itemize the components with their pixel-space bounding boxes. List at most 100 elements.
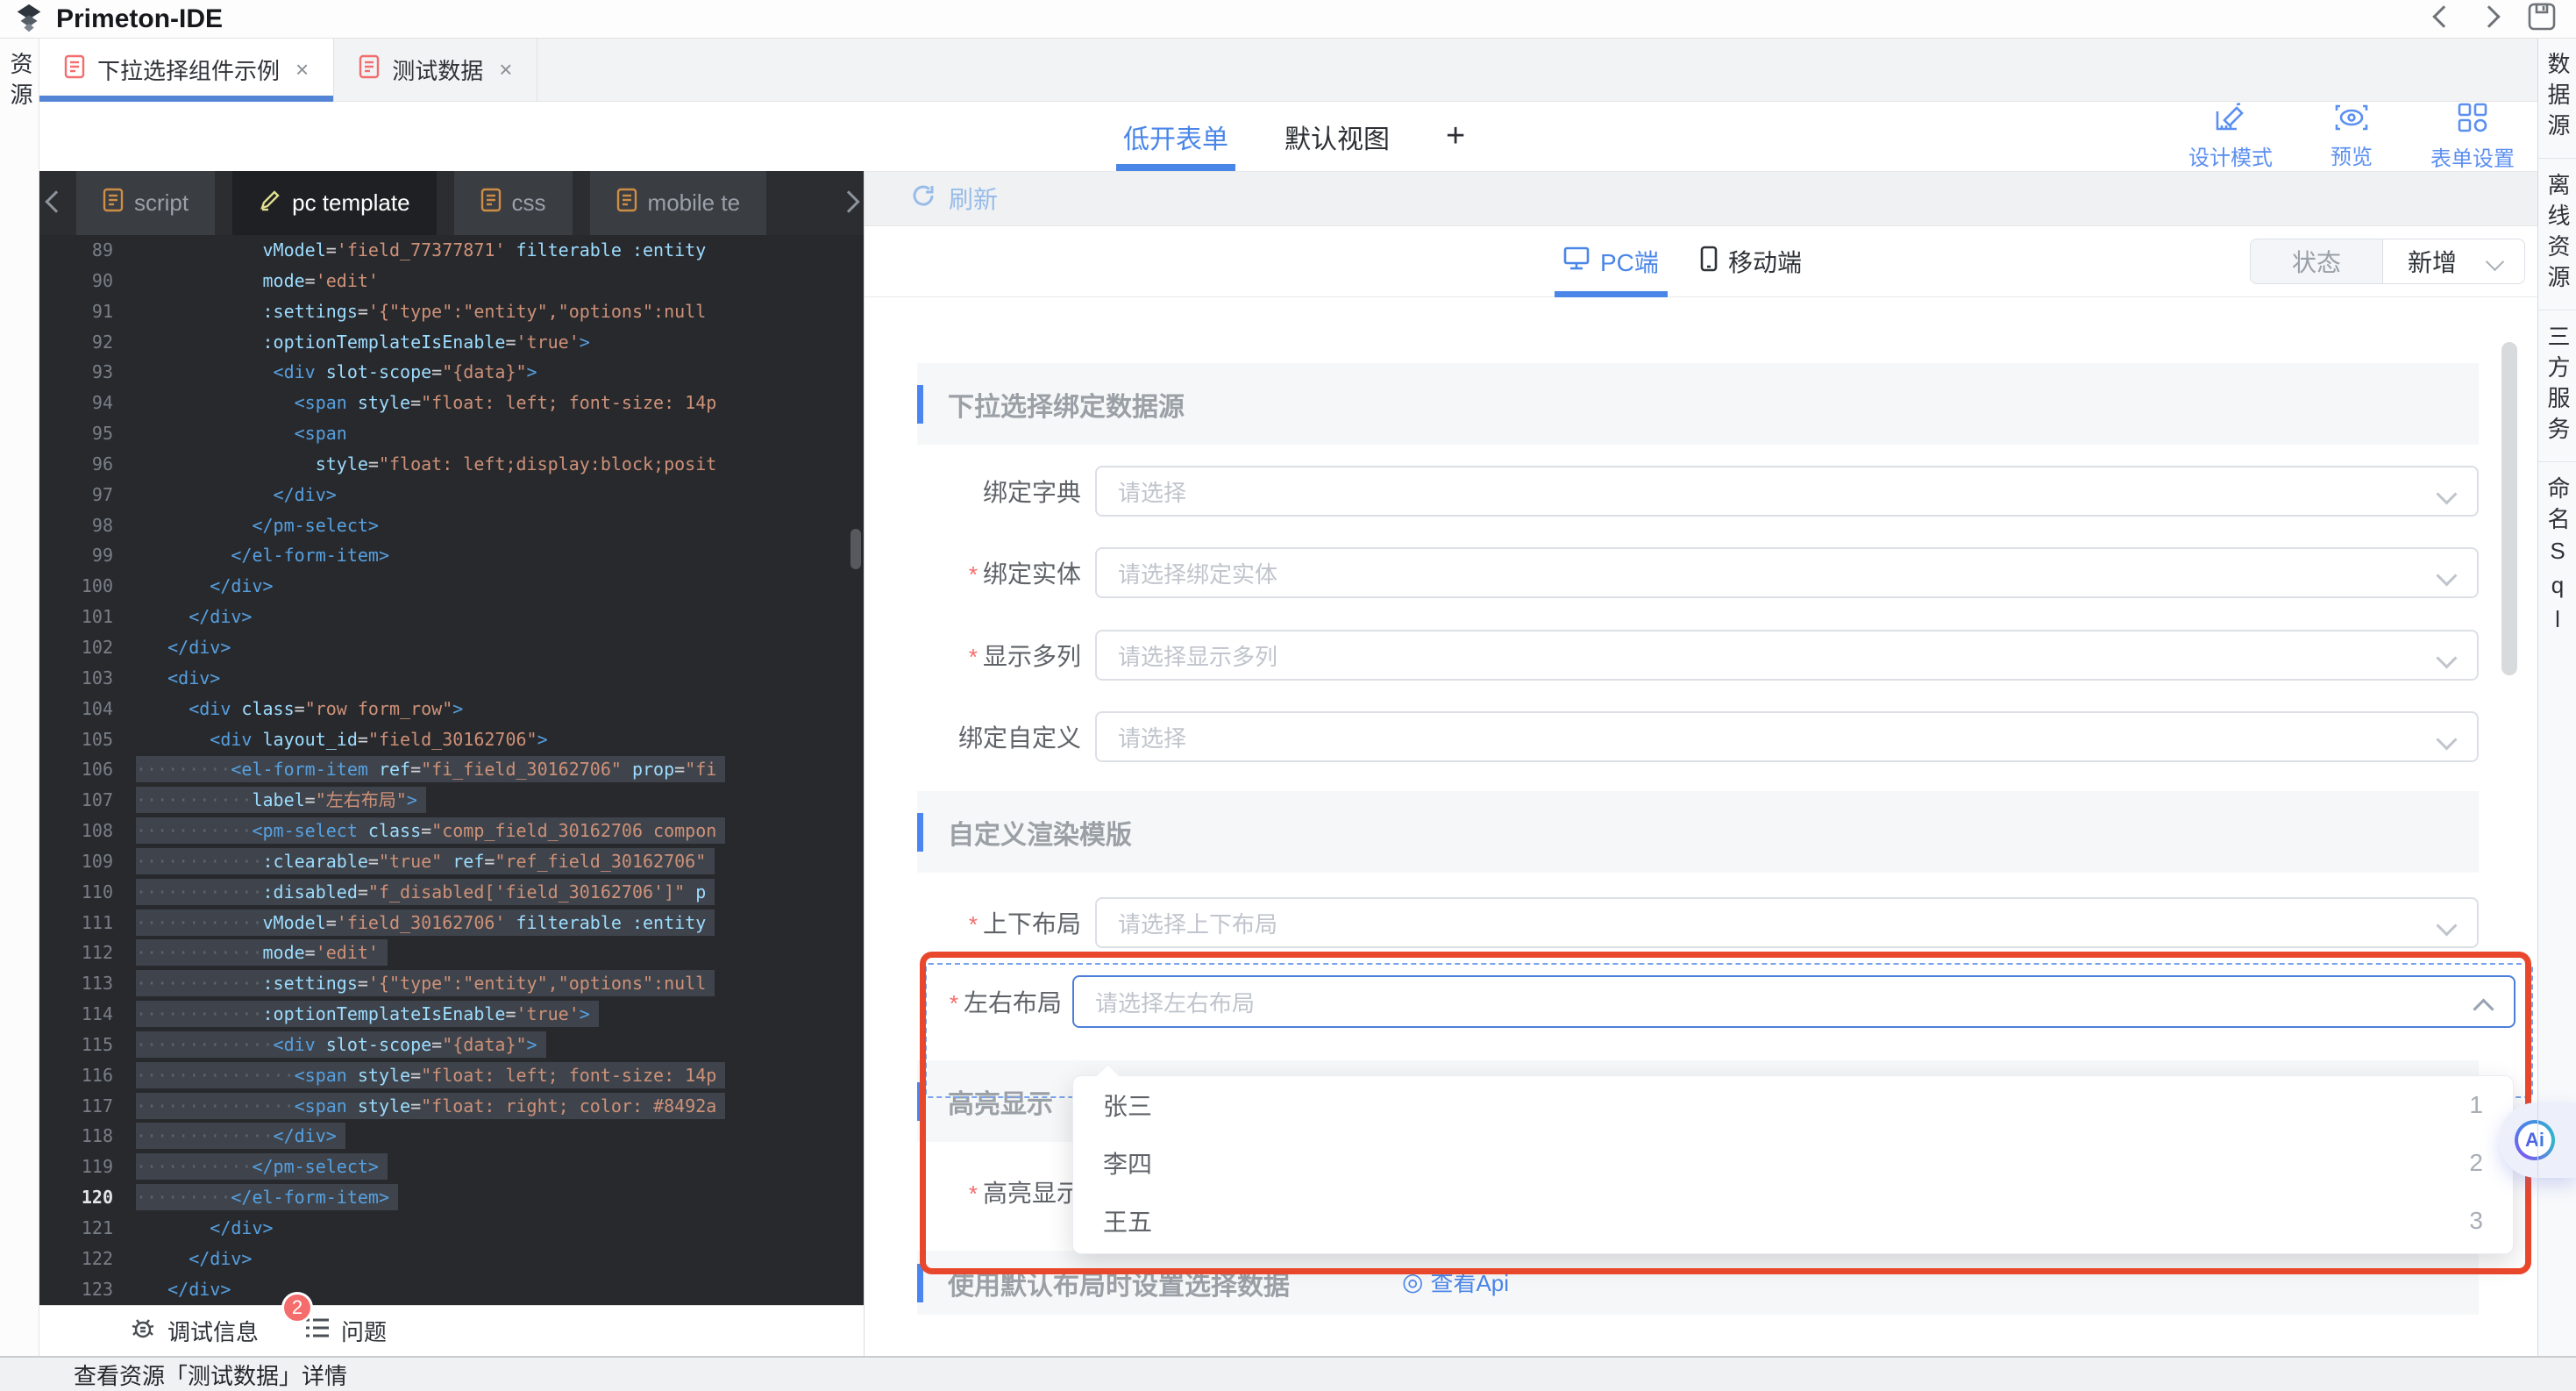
file-doc-icon xyxy=(64,54,85,85)
line-number: 105 xyxy=(39,724,136,755)
bind-entity-select[interactable]: 请选择绑定实体 xyxy=(1095,547,2479,598)
code-text: ···········</pm-select> xyxy=(136,1152,864,1182)
rail-item-1[interactable]: 离线资源 xyxy=(2538,173,2576,296)
debug-info-button[interactable]: 调试信息 xyxy=(131,1315,259,1347)
section-usage: 使用默认布局时设置选择数据 xyxy=(917,1251,2479,1315)
rail-item-3[interactable]: 命名Sql xyxy=(2538,476,2576,640)
multi-column-select[interactable]: 请选择显示多列 xyxy=(1095,630,2479,681)
action-0[interactable]: 设计模式 xyxy=(2188,103,2273,171)
file-tab-1[interactable]: 测试数据× xyxy=(334,38,537,101)
line-number: 109 xyxy=(39,846,136,877)
section-custom-template: 自定义渲染模版 xyxy=(917,791,2479,873)
editor-scrollbar[interactable] xyxy=(850,529,861,569)
file-icon xyxy=(103,188,124,218)
problems-count-badge: 2 xyxy=(281,1292,313,1323)
code-text: </el-form-item> xyxy=(136,540,864,571)
code-text: ············mode='edit' xyxy=(136,938,864,968)
code-text: vModel='field_77377871' filterable :enti… xyxy=(136,235,864,266)
code-line: 121 </div> xyxy=(39,1213,864,1244)
state-select[interactable]: 新增 xyxy=(2383,239,2524,283)
editor-tab-mobile-te[interactable]: mobile te xyxy=(590,171,767,235)
phone-icon xyxy=(1700,246,1718,278)
selected-text: ············vModel='field_30162706' filt… xyxy=(136,910,715,936)
code-text: </div> xyxy=(136,480,864,510)
code-line: 90 mode='edit' xyxy=(39,266,864,296)
code-text: ·········<el-form-item ref="fi_field_301… xyxy=(136,754,864,785)
close-icon[interactable]: × xyxy=(295,56,309,83)
code-text: </div> xyxy=(136,571,864,602)
chevron-down-icon xyxy=(2436,483,2457,504)
rail-item-2[interactable]: 三方服务 xyxy=(2538,325,2576,447)
field-label: 绑定字典 xyxy=(983,479,1081,506)
editor-tab-pc-template[interactable]: pc template xyxy=(232,171,436,235)
tabs-scroll-left-icon[interactable] xyxy=(48,194,64,214)
code-text: ············:disabled="f_disabled['field… xyxy=(136,877,864,908)
view-tab-0[interactable]: 低开表单 xyxy=(1123,102,1228,171)
code-text: <div layout_id="field_30162706"> xyxy=(136,724,864,755)
dropdown-option-0[interactable]: 张三1 xyxy=(1073,1076,2513,1134)
problems-label: 问题 xyxy=(341,1315,387,1347)
view-api-link[interactable]: ◎ 查看Api xyxy=(1402,1266,1509,1298)
refresh-button[interactable]: 刷新 xyxy=(949,181,998,216)
dropdown-option-1[interactable]: 李四2 xyxy=(1073,1134,2513,1192)
action-1[interactable]: 预览 xyxy=(2330,103,2373,170)
editor-tab-css[interactable]: css xyxy=(454,171,573,235)
chevron-down-icon xyxy=(2436,915,2457,936)
code-area[interactable]: 89 vModel='field_77377871' filterable :e… xyxy=(39,235,864,1305)
tab-mobile-label: 移动端 xyxy=(1728,244,1802,279)
vertical-layout-select[interactable]: 请选择上下布局 xyxy=(1095,897,2479,948)
code-text: ···········label="左右布局"> xyxy=(136,785,864,816)
selected-text: ···············<span style="float: left;… xyxy=(136,1062,725,1088)
view-tab-add[interactable]: + xyxy=(1446,102,1465,171)
tab-pc[interactable]: PC端 xyxy=(1563,226,1659,296)
whitespace-dots: ············ xyxy=(136,942,263,963)
code-text: ···············<span style="float: left;… xyxy=(136,1060,864,1091)
toolbar-actions: 设计模式预览表单设置 xyxy=(2188,102,2515,171)
file-tab-label: 下拉选择组件示例 xyxy=(97,54,280,86)
line-number: 104 xyxy=(39,694,136,724)
pencil-icon xyxy=(259,189,281,218)
code-line: 113············:settings='{"type":"entit… xyxy=(39,968,864,999)
horizontal-layout-select[interactable]: 请选择左右布局 xyxy=(1072,975,2516,1028)
rail-item-0[interactable]: 数据源 xyxy=(2538,52,2576,144)
editor-tab-label: css xyxy=(512,189,546,217)
back-icon[interactable] xyxy=(2436,9,2451,29)
code-line: 98 </pm-select> xyxy=(39,510,864,541)
dropdown-option-2[interactable]: 王五3 xyxy=(1073,1192,2513,1250)
refresh-bar: 刷新 xyxy=(865,171,2537,226)
state-value: 新增 xyxy=(2408,244,2457,279)
file-tab-0[interactable]: 下拉选择组件示例 × xyxy=(39,38,334,101)
view-api-label: 查看Api xyxy=(1430,1266,1509,1298)
monitor-icon xyxy=(1563,246,1590,277)
form-scrollbar[interactable] xyxy=(2501,342,2517,675)
code-editor: script pc template css mobile te 89 vModel=… xyxy=(39,171,864,1305)
code-text: ············vModel='field_30162706' filt… xyxy=(136,908,864,938)
line-number: 114 xyxy=(39,999,136,1030)
status-bar: 查看资源「测试数据」详情 xyxy=(0,1356,2576,1391)
bind-custom-select[interactable]: 请选择 xyxy=(1095,711,2479,762)
view-tabs: 低开表单默认视图 + xyxy=(1123,102,1465,171)
code-line: 93 <div slot-scope="{data}"> xyxy=(39,357,864,388)
tabs-scroll-right-icon[interactable] xyxy=(841,194,857,214)
line-number: 116 xyxy=(39,1060,136,1091)
close-icon[interactable]: × xyxy=(499,56,512,83)
left-rail: 资源 xyxy=(0,38,39,1356)
rail-item-resources[interactable]: 资源 xyxy=(0,52,39,113)
view-tab-1[interactable]: 默认视图 xyxy=(1284,102,1390,171)
problems-button[interactable]: 问题 xyxy=(304,1315,387,1347)
bind-dict-select[interactable]: 请选择 xyxy=(1095,466,2479,517)
refresh-icon[interactable] xyxy=(910,182,936,215)
line-number: 92 xyxy=(39,327,136,358)
field-label: 上下布局 xyxy=(983,910,1081,938)
field-row-horizontal-layout: *左右布局 请选择左右布局 xyxy=(865,975,2530,1028)
action-2[interactable]: 表单设置 xyxy=(2430,102,2515,172)
save-icon[interactable] xyxy=(2527,2,2557,36)
line-number: 97 xyxy=(39,480,136,510)
forward-icon[interactable] xyxy=(2481,9,2497,29)
editor-tab-script[interactable]: script xyxy=(76,171,215,235)
field-label: 高亮显示 xyxy=(983,1180,1081,1207)
whitespace-dots: ············ xyxy=(136,912,263,933)
code-line: 101 </div> xyxy=(39,602,864,632)
tab-mobile[interactable]: 移动端 xyxy=(1700,226,1802,296)
line-number: 102 xyxy=(39,632,136,663)
